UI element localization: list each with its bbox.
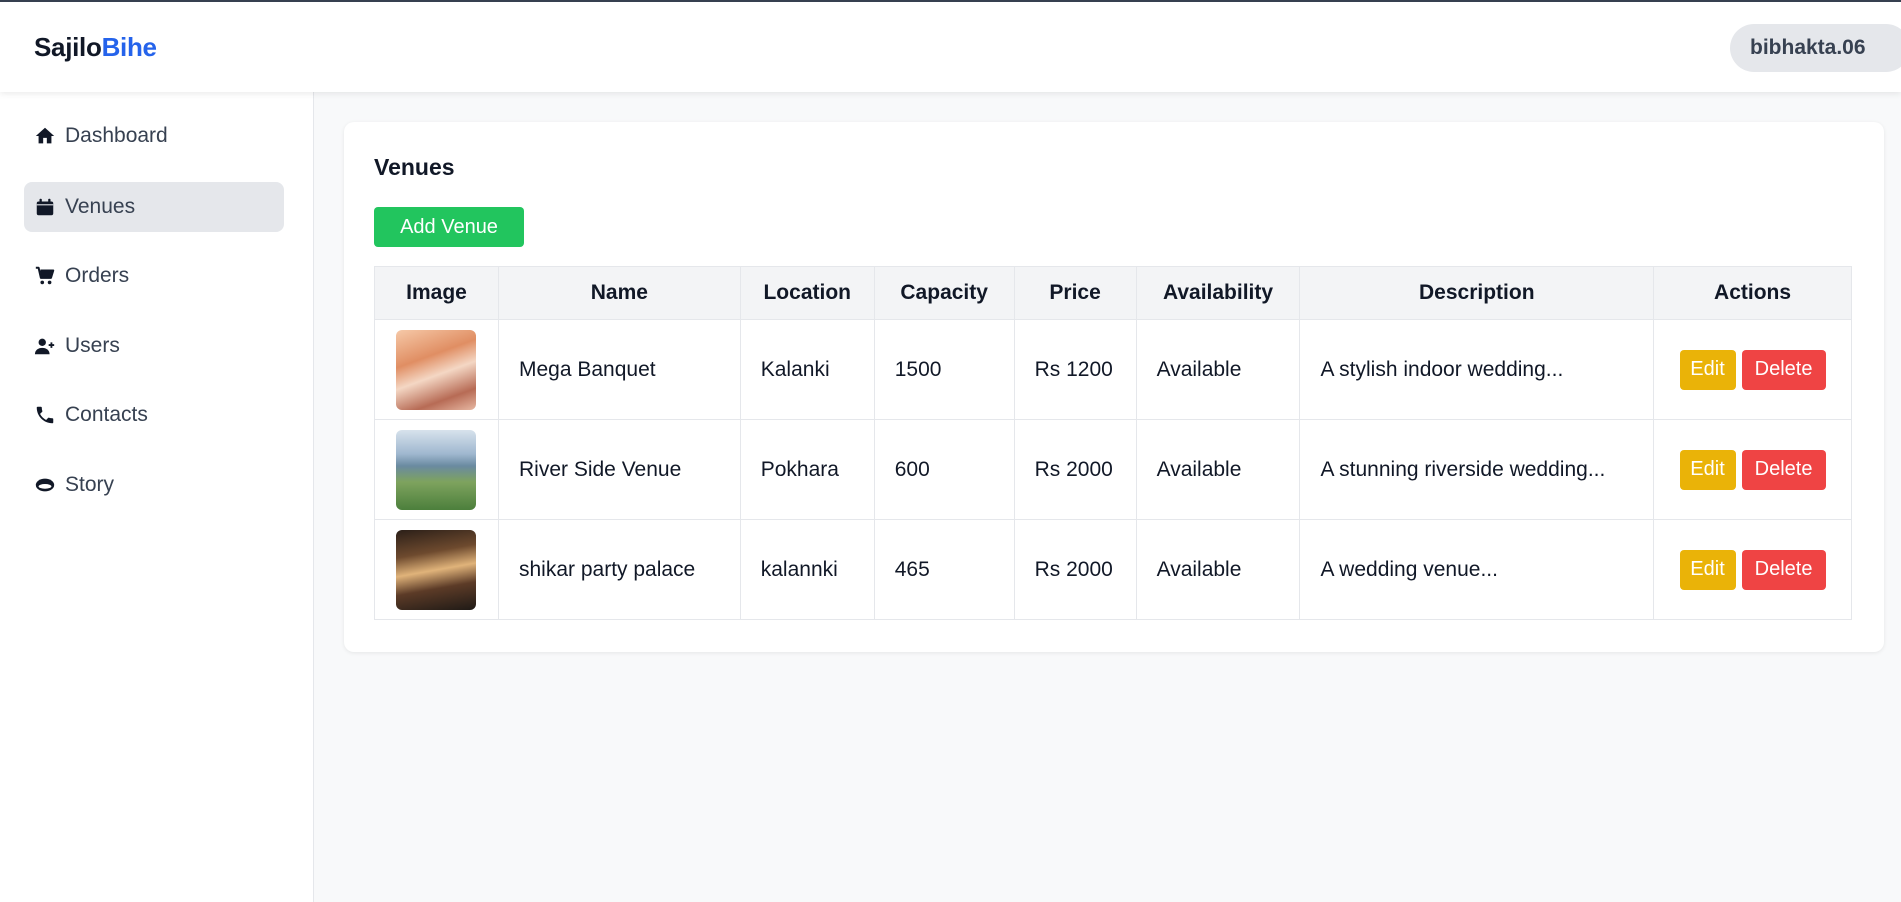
venue-thumbnail[interactable] [396, 429, 477, 510]
venues-card: Venues Add Venue Image Name Location Cap… [344, 122, 1884, 652]
sidebar-item-label: Venues [65, 195, 136, 218]
delete-button[interactable]: Delete [1741, 549, 1826, 590]
venue-availability: Available [1135, 419, 1301, 520]
column-header-name: Name [497, 266, 741, 320]
sidebar-item-dashboard[interactable]: Dashboard [24, 111, 284, 161]
calendar-icon [34, 196, 56, 218]
user-menu-button[interactable]: bibhakta.06 [1730, 24, 1901, 72]
delete-button[interactable]: Delete [1741, 449, 1826, 490]
venue-location: Pokhara [739, 419, 875, 520]
sidebar-item-contacts[interactable]: Contacts [24, 390, 284, 440]
phone-icon [34, 404, 56, 426]
venue-name: River Side Venue [497, 419, 741, 520]
brand-logo[interactable]: SajiloBihe [34, 32, 157, 63]
sidebar-item-label: Dashboard [65, 124, 168, 147]
venue-thumbnail[interactable] [396, 329, 477, 410]
column-header-description: Description [1299, 266, 1655, 320]
column-header-price: Price [1013, 266, 1137, 320]
table-row: Mega Banquet Kalanki 1500 Rs 1200 Availa… [374, 319, 1852, 420]
column-header-availability: Availability [1135, 266, 1301, 320]
venue-thumbnail[interactable] [396, 529, 477, 610]
sidebar-item-users[interactable]: Users [24, 321, 284, 371]
page-title: Venues [374, 154, 455, 180]
sidebar-item-orders[interactable]: Orders [24, 251, 284, 301]
venue-location: kalannki [739, 519, 875, 620]
add-venue-button[interactable]: Add Venue [374, 207, 524, 247]
venue-capacity: 465 [873, 519, 1015, 620]
actions-cell: Edit Delete [1653, 419, 1852, 520]
column-header-actions: Actions [1653, 266, 1852, 320]
venue-capacity: 1500 [873, 319, 1015, 420]
venues-table: Image Name Location Capacity Price Avail… [374, 266, 1852, 620]
venue-name: shikar party palace [497, 519, 741, 620]
story-icon [34, 474, 56, 496]
brand-name-part2: Bihe [101, 32, 157, 62]
image-cell [374, 519, 499, 620]
top-header: SajiloBihe bibhakta.06 [0, 2, 1901, 92]
image-cell [374, 419, 499, 520]
home-icon [34, 125, 56, 147]
actions-cell: Edit Delete [1653, 519, 1852, 620]
sidebar-item-label: Users [65, 334, 120, 357]
sidebar-item-label: Contacts [65, 403, 148, 426]
table-row: shikar party palace kalannki 465 Rs 2000… [374, 519, 1852, 620]
sidebar-item-venues[interactable]: Venues [24, 182, 284, 232]
venue-availability: Available [1135, 319, 1301, 420]
venue-price: Rs 2000 [1013, 419, 1137, 520]
column-header-location: Location [739, 266, 875, 320]
venue-location: Kalanki [739, 319, 875, 420]
table-header-row: Image Name Location Capacity Price Avail… [374, 266, 1852, 320]
brand-name-part1: Sajilo [34, 32, 102, 62]
cart-icon [34, 265, 56, 287]
edit-button[interactable]: Edit [1679, 449, 1736, 490]
actions-cell: Edit Delete [1653, 319, 1852, 420]
venue-description: A stunning riverside wedding... [1299, 419, 1655, 520]
sidebar-item-label: Orders [65, 264, 130, 287]
user-plus-icon [34, 335, 56, 357]
venue-description: A stylish indoor wedding... [1299, 319, 1655, 420]
venue-price: Rs 1200 [1013, 319, 1137, 420]
column-header-capacity: Capacity [873, 266, 1015, 320]
sidebar: Dashboard Venues Orders Users Contacts S… [0, 92, 314, 902]
venue-name: Mega Banquet [497, 319, 741, 420]
sidebar-item-story[interactable]: Story [24, 460, 284, 510]
venue-availability: Available [1135, 519, 1301, 620]
table-row: River Side Venue Pokhara 600 Rs 2000 Ava… [374, 419, 1852, 520]
column-header-image: Image [374, 266, 499, 320]
image-cell [374, 319, 499, 420]
edit-button[interactable]: Edit [1679, 549, 1736, 590]
venue-capacity: 600 [873, 419, 1015, 520]
venue-price: Rs 2000 [1013, 519, 1137, 620]
sidebar-item-label: Story [65, 473, 115, 496]
venue-description: A wedding venue... [1299, 519, 1655, 620]
edit-button[interactable]: Edit [1679, 349, 1736, 390]
delete-button[interactable]: Delete [1741, 349, 1826, 390]
